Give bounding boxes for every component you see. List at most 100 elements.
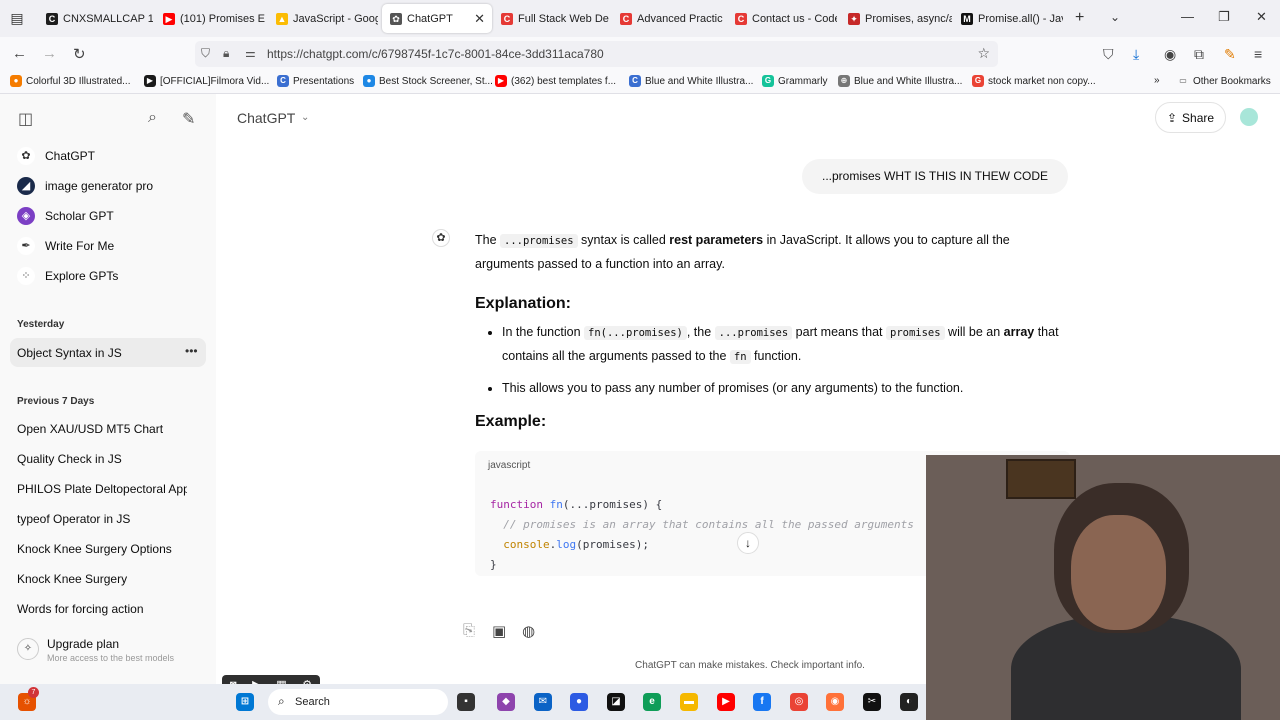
gpt-item[interactable]: ◢ image generator pro: [17, 174, 207, 198]
scroll-down-icon[interactable]: ↓: [737, 532, 759, 554]
tab-8[interactable]: ✦ Promises, async/a: [840, 4, 952, 33]
gpt-item[interactable]: ◈ Scholar GPT: [17, 204, 207, 228]
code-content: function fn(...promises) { // promises i…: [490, 498, 914, 571]
tab-7[interactable]: C Contact us - Code: [727, 4, 837, 33]
zoom-icon[interactable]: ●: [570, 693, 588, 711]
mail-icon[interactable]: ✉: [534, 693, 552, 711]
bookmark-star-icon[interactable]: ☆: [977, 45, 990, 62]
bookmark-item[interactable]: Gstock market non copy...: [972, 75, 1096, 87]
sidebar-toggle-icon[interactable]: ◫: [18, 109, 33, 129]
pocket-icon[interactable]: ⛉: [1103, 46, 1114, 63]
history-item[interactable]: Knock Knee Surgery Options: [17, 542, 187, 556]
bookmark-item[interactable]: ▶ (362) best templates f...: [495, 75, 616, 87]
permissions-icon[interactable]: ⚌: [245, 46, 256, 60]
capcut-icon[interactable]: ◪: [607, 693, 625, 711]
share-button[interactable]: ⇪ Share: [1155, 102, 1226, 133]
history-item[interactable]: Knock Knee Surgery: [17, 572, 187, 586]
browser-tab-strip: ▤ C CNXSMALLCAP 1d ▶ (101) Promises Ex ▲ Java…: [0, 0, 1280, 37]
tab-overview-icon[interactable]: ▤: [8, 9, 26, 27]
avatar[interactable]: [1240, 108, 1258, 126]
addon-icon[interactable]: ✎: [1224, 46, 1236, 63]
address-bar[interactable]: ⛉ 🔒︎ ⚌ https://chatgpt.com/c/6798745f-1c…: [195, 41, 998, 67]
file-explorer-icon[interactable]: ▬: [680, 693, 698, 711]
tab-6[interactable]: C Advanced Practic: [612, 4, 724, 33]
heading-example: Example:: [475, 413, 547, 430]
tab-5[interactable]: C Full Stack Web De: [493, 4, 611, 33]
user-message: ...promises WHT IS THIS IN THEW CODE: [802, 159, 1068, 194]
edge-icon[interactable]: e: [643, 693, 661, 711]
other-bookmarks[interactable]: ▭ Other Bookmarks: [1177, 75, 1271, 87]
taskbar-search[interactable]: ⌕ Search: [268, 689, 448, 715]
image-generator-icon: ◢: [17, 177, 35, 195]
history-item[interactable]: Open XAU/USD MT5 Chart: [17, 422, 187, 436]
task-view-icon[interactable]: ▪: [457, 693, 475, 711]
tools-icon[interactable]: ▣: [492, 622, 506, 640]
bookmark-item[interactable]: ● Colorful 3D Illustrated...: [10, 75, 131, 87]
gpt-item-label: Write For Me: [45, 239, 115, 253]
chrome-icon[interactable]: ◎: [790, 693, 808, 711]
model-selector[interactable]: ChatGPT: [237, 110, 295, 126]
gpt-item[interactable]: ✿ ChatGPT: [17, 144, 207, 168]
close-window-icon[interactable]: ✕: [1256, 9, 1267, 25]
tab-favicon-icon: ▶: [163, 12, 175, 25]
chevron-down-icon[interactable]: ⌄: [301, 112, 309, 123]
facebook-icon[interactable]: f: [753, 693, 771, 711]
bookmark-label: (362) best templates f...: [511, 75, 617, 87]
browser-toolbar: ← → ↻ ⛉ 🔒︎ ⚌ https://chatgpt.com/c/67987…: [0, 37, 1280, 71]
lock-icon[interactable]: 🔒︎: [223, 46, 229, 61]
history-item[interactable]: PHILOS Plate Deltopectoral Appr: [17, 482, 187, 496]
gpt-item[interactable]: ⁘ Explore GPTs: [17, 264, 207, 288]
new-tab-icon[interactable]: +: [1075, 9, 1084, 27]
tab-favicon-icon: ✿: [390, 12, 402, 25]
history-item[interactable]: typeof Operator in JS: [17, 512, 187, 526]
youtube-icon[interactable]: ▶: [717, 693, 735, 711]
obs-icon[interactable]: ◐: [900, 693, 918, 711]
shield-icon[interactable]: ⛉: [201, 46, 210, 61]
extensions-icon[interactable]: ⧉: [1194, 46, 1204, 63]
tab-4[interactable]: ✿ ChatGPT ✕: [382, 4, 492, 33]
bookmark-item[interactable]: ▶ [OFFICIAL]Filmora Vid...: [144, 75, 269, 87]
download-icon[interactable]: ⤓: [1133, 46, 1139, 63]
new-chat-icon[interactable]: ✎: [182, 109, 195, 129]
share-label: Share: [1182, 110, 1215, 125]
tab-3[interactable]: ▲ JavaScript - Goog: [268, 4, 378, 33]
bookmark-favicon-icon: ⊕: [838, 75, 850, 87]
forward-icon[interactable]: →: [42, 45, 57, 62]
tab-1[interactable]: C CNXSMALLCAP 1d: [38, 4, 153, 33]
minimize-icon[interactable]: —: [1181, 9, 1194, 24]
account-icon[interactable]: ◉: [1164, 46, 1176, 63]
url-text[interactable]: https://chatgpt.com/c/6798745f-1c7c-8001…: [267, 47, 604, 61]
back-icon[interactable]: ←: [12, 45, 27, 62]
bookmark-item[interactable]: ● Best Stock Screener, St...: [363, 75, 493, 87]
bookmark-item[interactable]: G Grammarly: [762, 75, 827, 87]
firefox-icon[interactable]: ◉: [826, 693, 844, 711]
capcut-app-icon[interactable]: ✂: [863, 693, 881, 711]
tab-2[interactable]: ▶ (101) Promises Ex: [155, 4, 265, 33]
restore-icon[interactable]: ❐: [1218, 9, 1230, 25]
tab-label: ChatGPT: [407, 12, 453, 25]
bookmark-item[interactable]: C Presentations: [277, 75, 354, 87]
history-item[interactable]: Quality Check in JS: [17, 452, 187, 466]
bookmark-favicon-icon: G: [762, 75, 774, 87]
tab-9[interactable]: M Promise.all() - Jav: [953, 4, 1063, 33]
attach-icon[interactable]: ⎘: [463, 622, 475, 639]
bookmark-item[interactable]: ⊕ Blue and White Illustra...: [838, 75, 962, 87]
more-options-icon[interactable]: •••: [185, 344, 198, 358]
copilot-icon[interactable]: ◆: [497, 693, 515, 711]
history-item[interactable]: Words for forcing action: [17, 602, 187, 616]
answer-paragraph: The ...promises syntax is called rest pa…: [475, 233, 1010, 271]
menu-icon[interactable]: ≡: [1254, 46, 1262, 62]
globe-icon[interactable]: ◍: [522, 622, 535, 640]
bookmark-favicon-icon: ●: [10, 75, 22, 87]
gpt-item[interactable]: ✒ Write For Me: [17, 234, 207, 258]
reload-icon[interactable]: ↻: [73, 45, 86, 63]
windows-start-icon[interactable]: ⊞: [236, 693, 254, 711]
search-icon[interactable]: ⌕: [148, 109, 157, 127]
tab-favicon-icon: C: [620, 12, 632, 25]
close-tab-icon[interactable]: ✕: [474, 11, 485, 27]
bookmark-favicon-icon: C: [629, 75, 641, 87]
bookmark-item[interactable]: C Blue and White Illustra...: [629, 75, 753, 87]
history-item[interactable]: Object Syntax in JS: [17, 346, 187, 360]
chevron-down-icon[interactable]: ⌄: [1110, 10, 1120, 24]
more-bookmarks-icon[interactable]: »: [1154, 75, 1160, 86]
